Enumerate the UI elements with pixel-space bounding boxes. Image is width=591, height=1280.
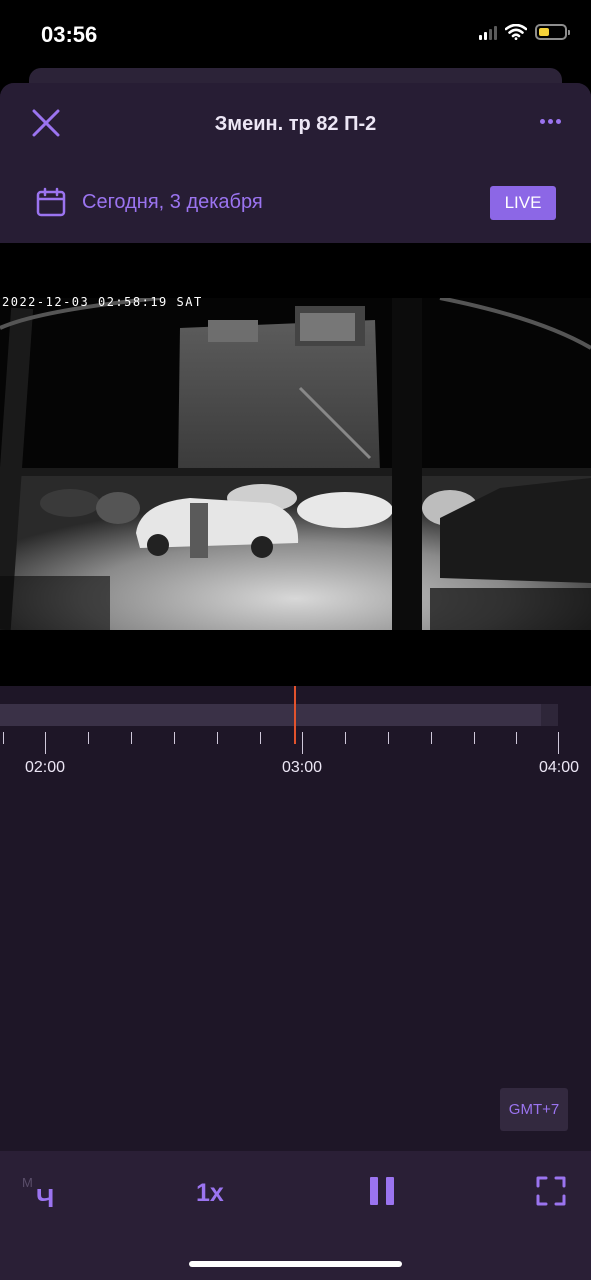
- home-indicator[interactable]: [189, 1261, 402, 1267]
- pause-icon[interactable]: [370, 1177, 394, 1205]
- time-label-0200: 02:00: [24, 759, 66, 776]
- camera-timestamp: 2022-12-03 02:58:19 SAT: [2, 295, 203, 309]
- playhead[interactable]: [294, 686, 296, 744]
- tick-major: [45, 732, 46, 754]
- status-icons: [479, 24, 570, 40]
- tick: [174, 732, 175, 744]
- tick: [345, 732, 346, 744]
- date-label: Сегодня, 3 декабря: [82, 190, 263, 213]
- header: Змеин. тр 82 П-2 Сегодня, 3 декабря LIVE: [0, 83, 591, 243]
- tick: [431, 732, 432, 744]
- status-time: 03:56: [41, 22, 98, 47]
- tick: [474, 732, 475, 744]
- more-icon[interactable]: [540, 119, 561, 124]
- tick: [131, 732, 132, 744]
- tick-major: [558, 732, 559, 754]
- status-bar: 03:56: [0, 0, 591, 70]
- tick: [516, 732, 517, 744]
- battery-icon: [535, 24, 570, 40]
- live-button[interactable]: LIVE: [490, 186, 556, 220]
- close-icon[interactable]: [30, 107, 62, 139]
- playback-controls: М Ч 1x: [0, 1151, 591, 1280]
- tick: [217, 732, 218, 744]
- tick: [3, 732, 4, 744]
- scale-mode-button[interactable]: М Ч: [22, 1175, 70, 1215]
- time-label-0400: 04:00: [538, 759, 580, 776]
- camera-frame-image: [0, 298, 591, 630]
- timeline[interactable]: 02:00 03:00 04:00: [0, 686, 591, 801]
- timeline-bar-end: [541, 704, 558, 726]
- camera-sheet: Змеин. тр 82 П-2 Сегодня, 3 декабря LIVE: [0, 83, 591, 1280]
- date-picker[interactable]: Сегодня, 3 декабря: [36, 187, 263, 217]
- mode-primary-label: Ч: [36, 1183, 55, 1213]
- tick: [388, 732, 389, 744]
- speed-button[interactable]: 1x: [196, 1179, 224, 1208]
- cellular-signal-icon: [479, 24, 497, 40]
- camera-title: Змеин. тр 82 П-2: [214, 113, 377, 135]
- timezone-button[interactable]: GMT+7: [500, 1088, 568, 1131]
- calendar-icon: [36, 187, 66, 217]
- time-label-0300: 03:00: [281, 759, 323, 776]
- tick: [88, 732, 89, 744]
- fullscreen-icon[interactable]: [536, 1176, 566, 1206]
- tick-major: [302, 732, 303, 754]
- video-player[interactable]: 2022-12-03 02:58:19 SAT: [0, 243, 591, 686]
- tick: [260, 732, 261, 744]
- wifi-icon: [505, 24, 527, 40]
- mode-secondary-label: М: [22, 1175, 33, 1190]
- timeline-bar[interactable]: [0, 704, 558, 726]
